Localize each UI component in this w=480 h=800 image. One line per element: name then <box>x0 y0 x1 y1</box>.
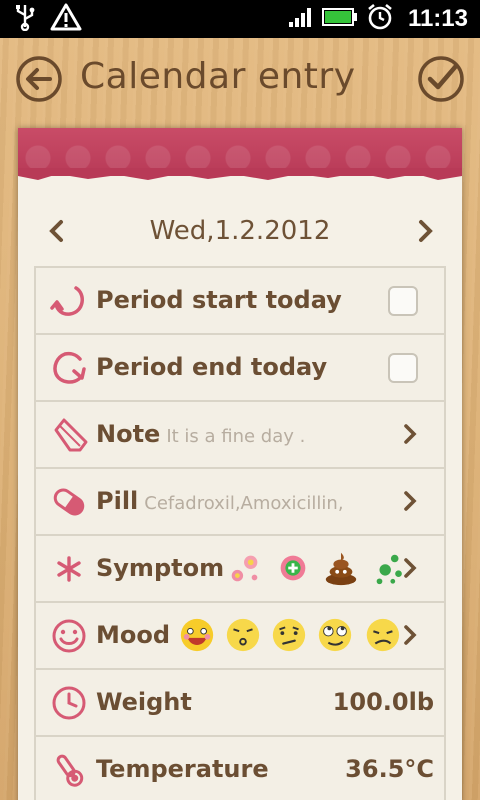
pill-row[interactable]: Pill Cefadroxil,Amoxicillin, <box>36 469 444 536</box>
period-end-icon <box>50 349 88 387</box>
pencil-icon <box>50 416 88 454</box>
pill-label: Pill <box>96 487 139 515</box>
date-navigator: Wed,1.2.2012 <box>18 208 462 258</box>
period-start-row[interactable]: Period start today <box>36 268 444 335</box>
app-header: Calendar entry <box>0 38 480 122</box>
chevron-right-icon <box>402 556 418 580</box>
note-row[interactable]: Note It is a fine day . <box>36 402 444 469</box>
mood-icons <box>178 615 400 655</box>
asterisk-icon <box>50 550 88 588</box>
period-end-row[interactable]: Period end today <box>36 335 444 402</box>
chevron-right-icon <box>402 422 418 446</box>
chevron-right-icon <box>402 489 418 513</box>
kissing-face-icon <box>226 618 260 652</box>
entry-list: Period start today Period end today Note… <box>34 266 446 800</box>
status-bar: 11:13 <box>0 0 480 38</box>
symptom-row[interactable]: Symptom <box>36 536 444 603</box>
weight-label: Weight <box>96 688 192 716</box>
battery-icon <box>321 7 358 31</box>
note-label-group: Note It is a fine day . <box>96 420 305 448</box>
alarm-icon <box>366 3 394 35</box>
weight-row[interactable]: Weight 100.0lb <box>36 670 444 737</box>
clock-icon <box>50 684 88 722</box>
chevron-right-icon <box>402 623 418 647</box>
done-button[interactable] <box>416 54 466 104</box>
smiley-icon <box>50 617 88 655</box>
pill-value: Cefadroxil,Amoxicillin, <box>144 493 344 514</box>
next-day-button[interactable] <box>416 218 436 244</box>
warning-icon <box>50 3 82 35</box>
thermometer-icon <box>50 751 88 789</box>
tired-face-icon <box>366 618 400 652</box>
back-button[interactable] <box>14 54 64 104</box>
temperature-row[interactable]: Temperature 36.5°C <box>36 737 444 800</box>
pill-label-group: Pill Cefadroxil,Amoxicillin, <box>96 487 344 515</box>
clock: 11:13 <box>407 5 468 32</box>
period-start-icon <box>50 282 88 320</box>
confused-face-icon <box>272 618 306 652</box>
poop-icon <box>325 552 357 586</box>
laughing-face-icon <box>180 618 214 652</box>
page-title: Calendar entry <box>80 56 356 97</box>
period-end-label: Period end today <box>96 353 328 381</box>
temperature-label: Temperature <box>96 755 269 783</box>
temperature-value: 36.5°C <box>345 755 434 783</box>
weight-value: 100.0lb <box>332 688 434 716</box>
pill-icon <box>50 483 88 521</box>
signal-icon <box>288 6 314 32</box>
torn-edge <box>18 168 462 180</box>
period-start-checkbox[interactable] <box>388 286 418 316</box>
usb-icon <box>14 3 36 35</box>
note-label: Note <box>96 420 161 448</box>
symptom-label: Symptom <box>96 554 225 582</box>
plus-badge-icon <box>280 555 306 581</box>
current-date: Wed,1.2.2012 <box>149 216 331 246</box>
checkmark-icon <box>418 56 464 102</box>
period-start-label: Period start today <box>96 286 342 314</box>
chevron-right-icon <box>419 220 433 242</box>
note-value: It is a fine day . <box>166 426 306 447</box>
symptom-icons <box>226 548 408 588</box>
period-end-checkbox[interactable] <box>388 353 418 383</box>
eye-roll-face-icon <box>318 618 352 652</box>
mood-label: Mood <box>96 621 171 649</box>
flower-symptom-icon <box>231 555 258 582</box>
mood-row[interactable]: Mood <box>36 603 444 670</box>
back-arrow-icon <box>16 56 62 102</box>
